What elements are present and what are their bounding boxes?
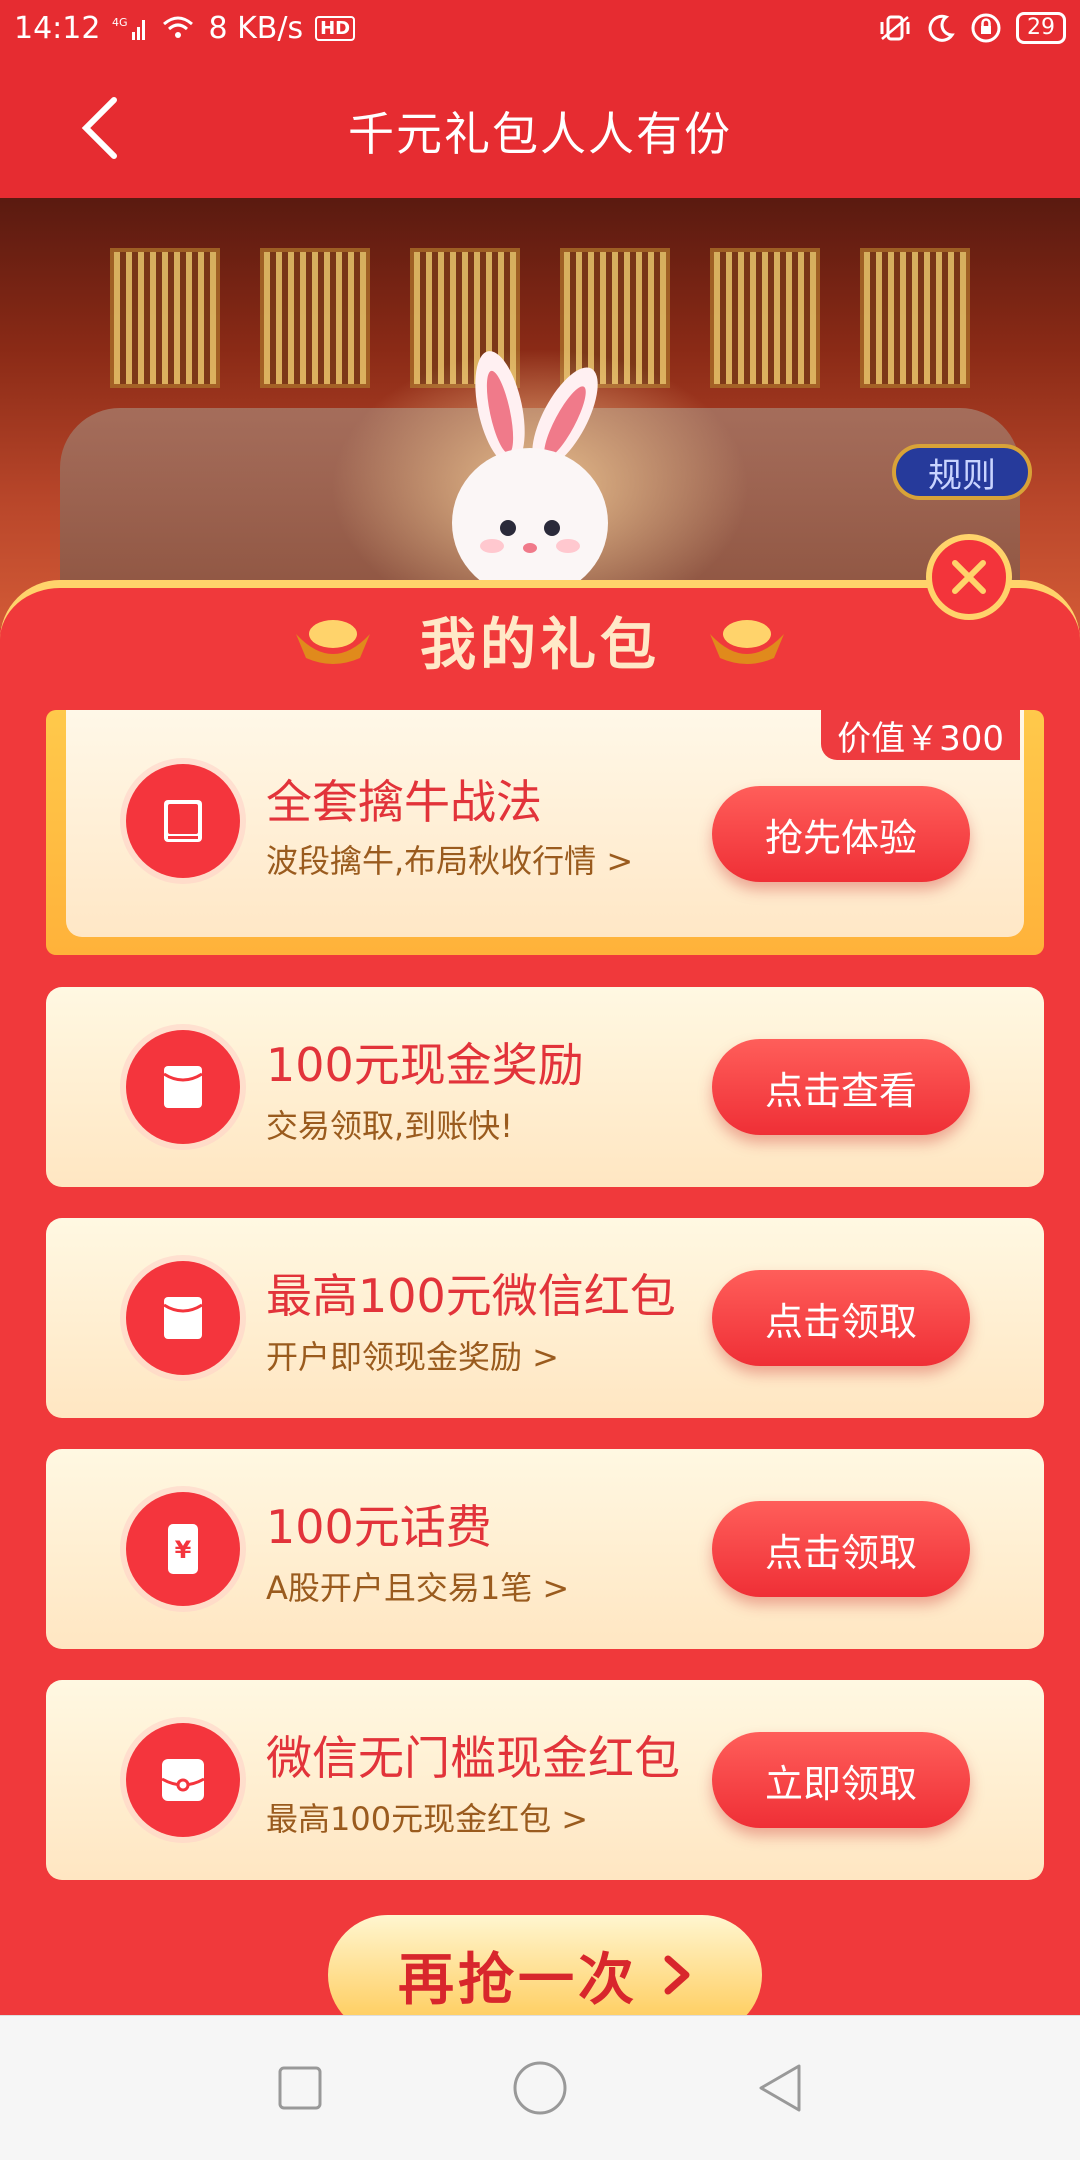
gift-card-title: 100元现金奖励 <box>266 1038 584 1092</box>
system-nav-bar <box>0 2015 1080 2160</box>
gift-card-subtitle[interactable]: 波段擒牛,布局秋收行情 > <box>266 836 633 882</box>
gift-card-title: 100元话费 <box>266 1500 492 1554</box>
wallet-icon <box>126 1723 240 1837</box>
svg-text:¥: ¥ <box>175 1536 192 1564</box>
phone-yuan-icon: ¥ <box>126 1492 240 1606</box>
gift-card-title: 最高100元微信红包 <box>266 1269 676 1323</box>
gift-panel: 我的礼包 价值￥300 全套擒牛战法 波段擒牛,布局秋收行情 > 抢先体验 10… <box>0 534 1080 2035</box>
gift-card: ¥ 100元话费 A股开户且交易1笔 > 点击领取 <box>46 1449 1044 1649</box>
triangle-back-icon <box>759 2064 801 2112</box>
rabbit-mascot-icon <box>452 351 608 598</box>
network-speed: 8 KB/s <box>208 10 304 46</box>
view-button[interactable]: 点击查看 <box>712 1039 970 1135</box>
hero-banner: 规则 <box>0 198 1080 628</box>
red-envelope-icon <box>126 1261 240 1375</box>
recent-apps-button[interactable] <box>260 2048 340 2128</box>
claim-now-button[interactable]: 立即领取 <box>712 1732 970 1828</box>
gift-card-subtitle[interactable]: 最高100元现金红包 > <box>266 1794 588 1840</box>
gift-panel-header: 我的礼包 <box>0 580 1080 700</box>
signal-icon: 4G <box>112 14 148 42</box>
gold-ingot-icon <box>710 620 784 664</box>
home-button[interactable] <box>500 2048 580 2128</box>
lock-rotation-icon <box>970 12 1002 44</box>
vibrate-icon <box>878 13 912 43</box>
gift-panel-title: 我的礼包 <box>420 612 660 678</box>
page-title: 千元礼包人人有份 <box>348 107 732 161</box>
rules-button[interactable]: 规则 <box>892 444 1032 500</box>
wifi-icon <box>160 14 196 42</box>
system-back-button[interactable] <box>740 2048 820 2128</box>
claim-button[interactable]: 点击领取 <box>712 1270 970 1366</box>
top-nav-bar: 千元礼包人人有份 <box>0 56 1080 198</box>
grab-again-label: 再抢一次 <box>398 1947 638 2013</box>
status-time: 14:12 <box>14 10 101 46</box>
gift-card-title: 微信无门槛现金红包 <box>266 1731 680 1785</box>
gift-card-subtitle: 交易领取,到账快! <box>266 1107 514 1145</box>
status-bar: 14:12 4G 8 KB/s HD 29 <box>0 0 1080 56</box>
moon-icon <box>926 13 956 43</box>
gift-card-title: 全套擒牛战法 <box>266 775 542 829</box>
gift-card-featured: 价值￥300 全套擒牛战法 波段擒牛,布局秋收行情 > 抢先体验 <box>46 710 1044 955</box>
hd-icon: HD <box>315 15 356 41</box>
claim-button[interactable]: 点击领取 <box>712 1501 970 1597</box>
gift-card: 最高100元微信红包 开户即领现金奖励 > 点击领取 <box>46 1218 1044 1418</box>
try-first-button[interactable]: 抢先体验 <box>712 786 970 882</box>
red-envelope-icon <box>126 1030 240 1144</box>
gift-card: 微信无门槛现金红包 最高100元现金红包 > 立即领取 <box>46 1680 1044 1880</box>
square-icon <box>278 2066 322 2110</box>
gift-card-subtitle[interactable]: 开户即领现金奖励 > <box>266 1332 559 1378</box>
book-icon <box>126 764 240 878</box>
gold-ingot-icon <box>296 620 370 664</box>
network-type: 4G <box>112 16 128 29</box>
gift-card-subtitle[interactable]: A股开户且交易1笔 > <box>266 1563 569 1609</box>
circle-icon <box>513 2061 567 2115</box>
battery-indicator: 29 <box>1016 12 1066 44</box>
gift-card: 100元现金奖励 交易领取,到账快! 点击查看 <box>46 987 1044 1187</box>
chevron-right-icon <box>664 1955 690 1995</box>
value-tag: 价值￥300 <box>821 710 1020 760</box>
